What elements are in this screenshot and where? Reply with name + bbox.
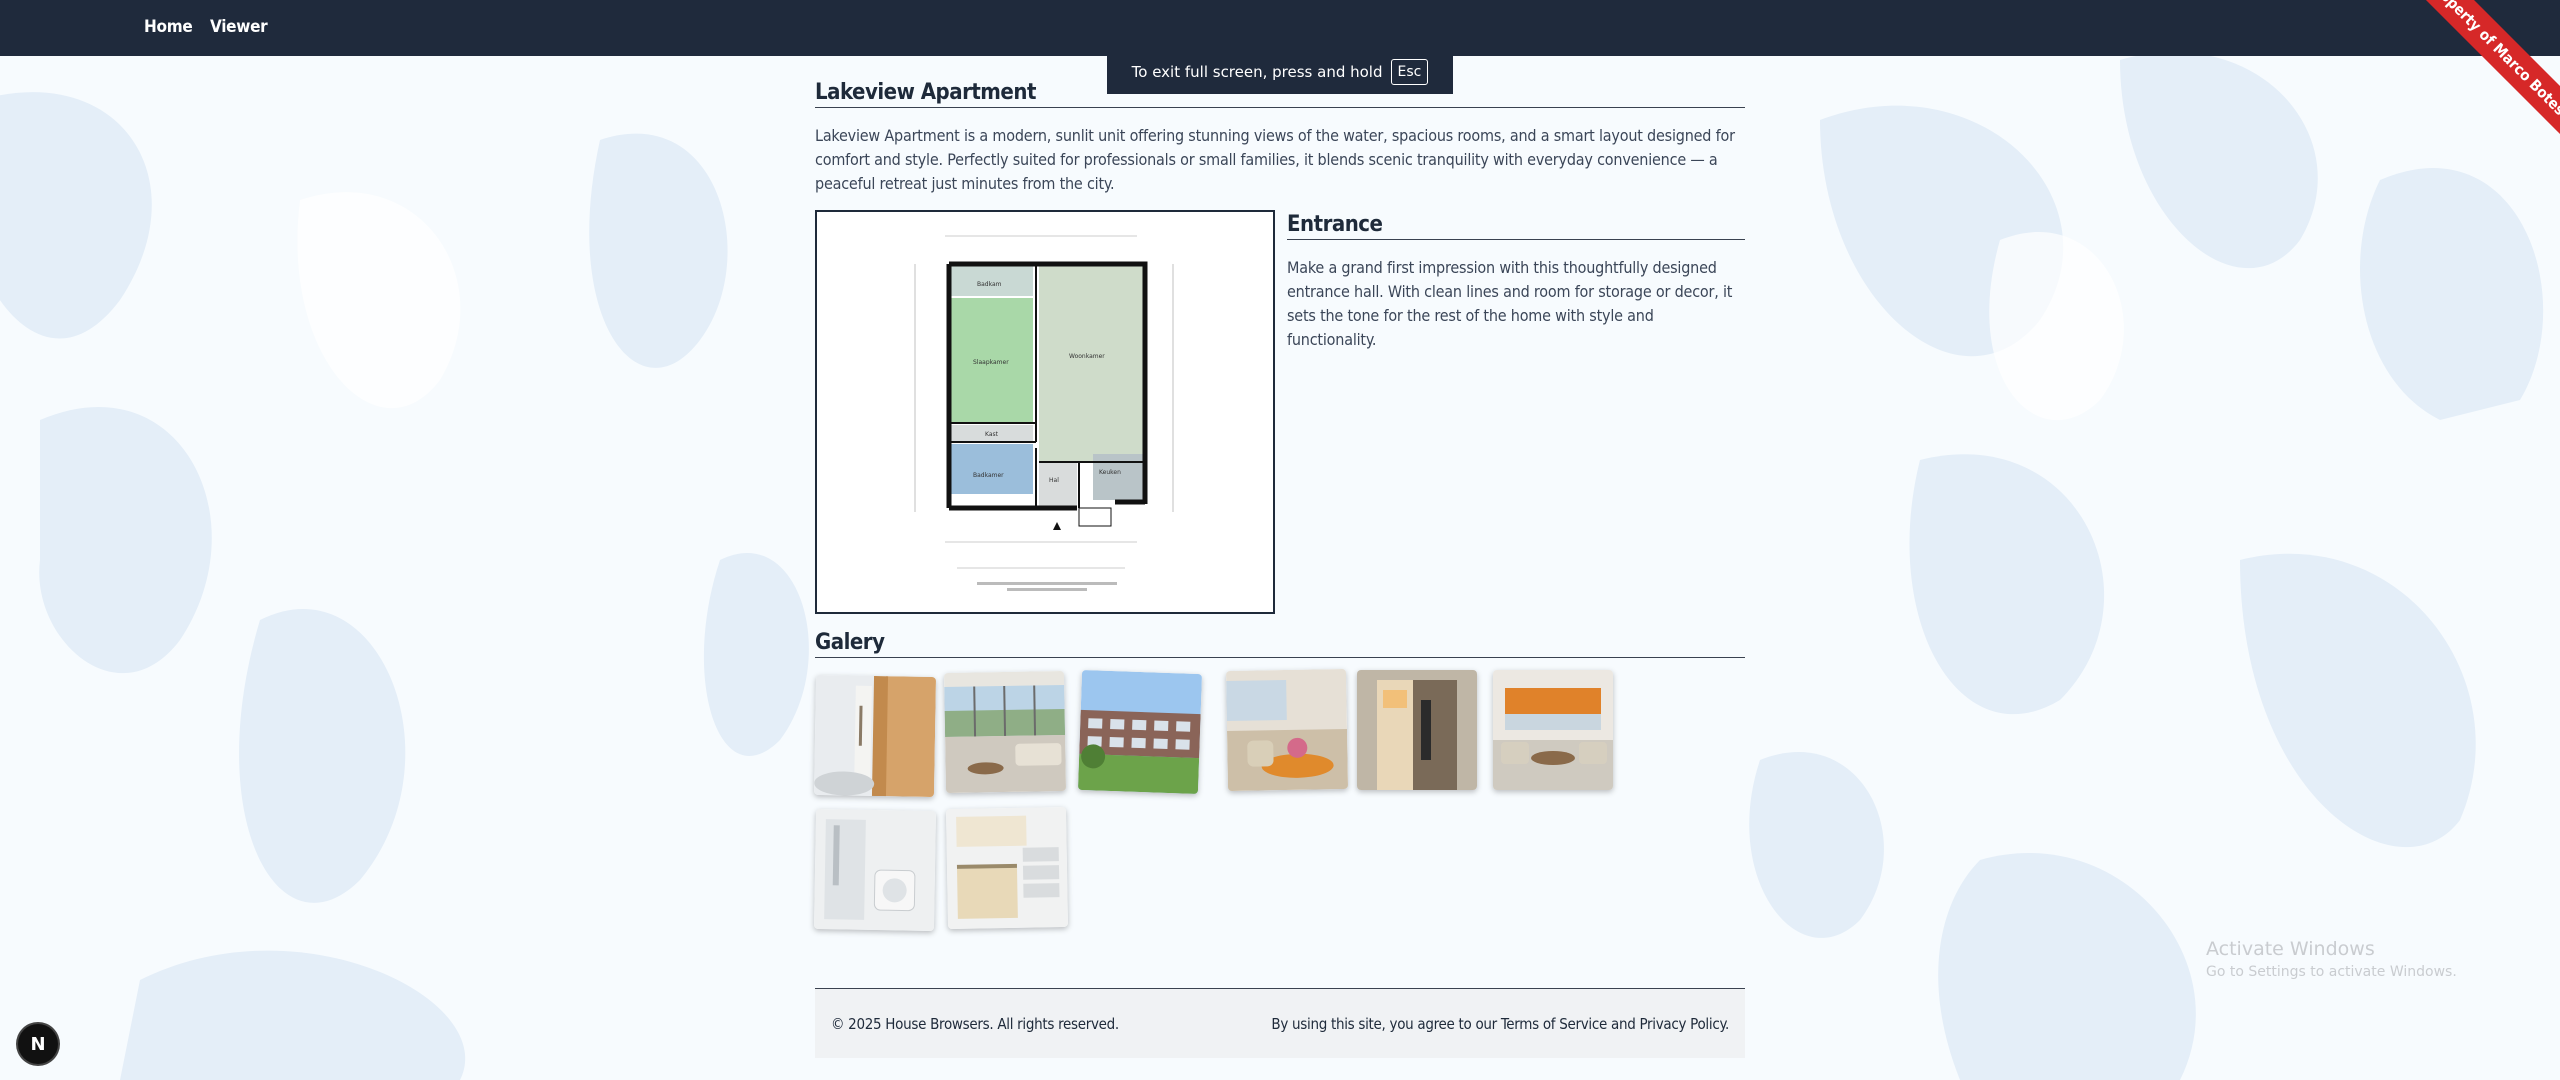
- room-label: Badkamer: [973, 472, 1004, 479]
- gallery-thumbnail[interactable]: [1493, 670, 1613, 790]
- activation-title: Activate Windows: [2206, 938, 2375, 960]
- feature-text-block: Entrance Make a grand first impression w…: [1287, 210, 1745, 366]
- page-footer: © 2025 House Browsers. All rights reserv…: [815, 988, 1745, 1058]
- feature-description: Make a grand first impression with this …: [1287, 258, 1733, 349]
- footer-copyright: © 2025 House Browsers. All rights reserv…: [831, 1014, 1119, 1033]
- main-content: Lakeview Apartment Lakeview Apartment is…: [813, 70, 1745, 968]
- gallery-thumbnail[interactable]: [945, 806, 1069, 930]
- photo-dining: [1225, 668, 1349, 792]
- gallery-thumbnail[interactable]: [813, 808, 937, 932]
- photo-living-room: [943, 670, 1067, 794]
- corner-ribbon: Property of Marco Botes: [2410, 0, 2560, 150]
- activation-subtitle: Go to Settings to activate Windows.: [2206, 964, 2457, 980]
- gallery-grid: [813, 668, 1745, 968]
- floorplan-image[interactable]: Badkam Slaapkamer Woonkamer Kast Badkame…: [815, 210, 1275, 614]
- nav-viewer-link[interactable]: Viewer: [210, 17, 268, 37]
- photo-bathroom: [813, 808, 937, 932]
- feature-title: Entrance: [1287, 212, 1745, 240]
- top-navigation-bar: Home Viewer: [0, 0, 2560, 56]
- fullscreen-exit-notice: To exit full screen, press and hold Esc: [1107, 50, 1453, 94]
- room-label: Badkam: [977, 281, 1002, 288]
- gallery-thumbnail[interactable]: [1357, 670, 1477, 790]
- gallery-thumbnail[interactable]: [943, 670, 1067, 794]
- photo-blinds: [1493, 670, 1613, 790]
- windows-activation-watermark: Activate Windows Go to Settings to activ…: [2206, 938, 2457, 980]
- gallery-thumbnail[interactable]: [813, 674, 937, 798]
- gallery-title: Galery: [815, 630, 1745, 658]
- room-label: Hal: [1049, 477, 1059, 484]
- photo-wardrobe: [813, 674, 937, 798]
- floorplan-drawing: Badkam Slaapkamer Woonkamer Kast Badkame…: [817, 212, 1273, 612]
- feature-section: Badkam Slaapkamer Woonkamer Kast Badkame…: [815, 210, 1745, 614]
- photo-exterior: [1077, 669, 1203, 795]
- dev-tools-badge[interactable]: N: [18, 1024, 58, 1064]
- gallery-thumbnail[interactable]: [1225, 668, 1349, 792]
- ribbon-text: Property of Marco Botes: [2410, 0, 2560, 141]
- gallery-thumbnail[interactable]: [1077, 669, 1203, 795]
- esc-key-badge: Esc: [1390, 59, 1429, 85]
- listing-description: Lakeview Apartment is a modern, sunlit u…: [815, 126, 1735, 193]
- photo-kitchen-door: [1357, 670, 1477, 790]
- fullscreen-notice-text: To exit full screen, press and hold: [1131, 63, 1383, 81]
- nav-home-link[interactable]: Home: [144, 17, 193, 37]
- room-label: Woonkamer: [1069, 353, 1105, 360]
- footer-terms-link[interactable]: By using this site, you agree to our Ter…: [1271, 1015, 1729, 1033]
- room-label: Keuken: [1099, 469, 1121, 476]
- photo-kitchen: [945, 806, 1069, 930]
- room-label: Kast: [985, 431, 999, 438]
- room-label: Slaapkamer: [973, 359, 1009, 366]
